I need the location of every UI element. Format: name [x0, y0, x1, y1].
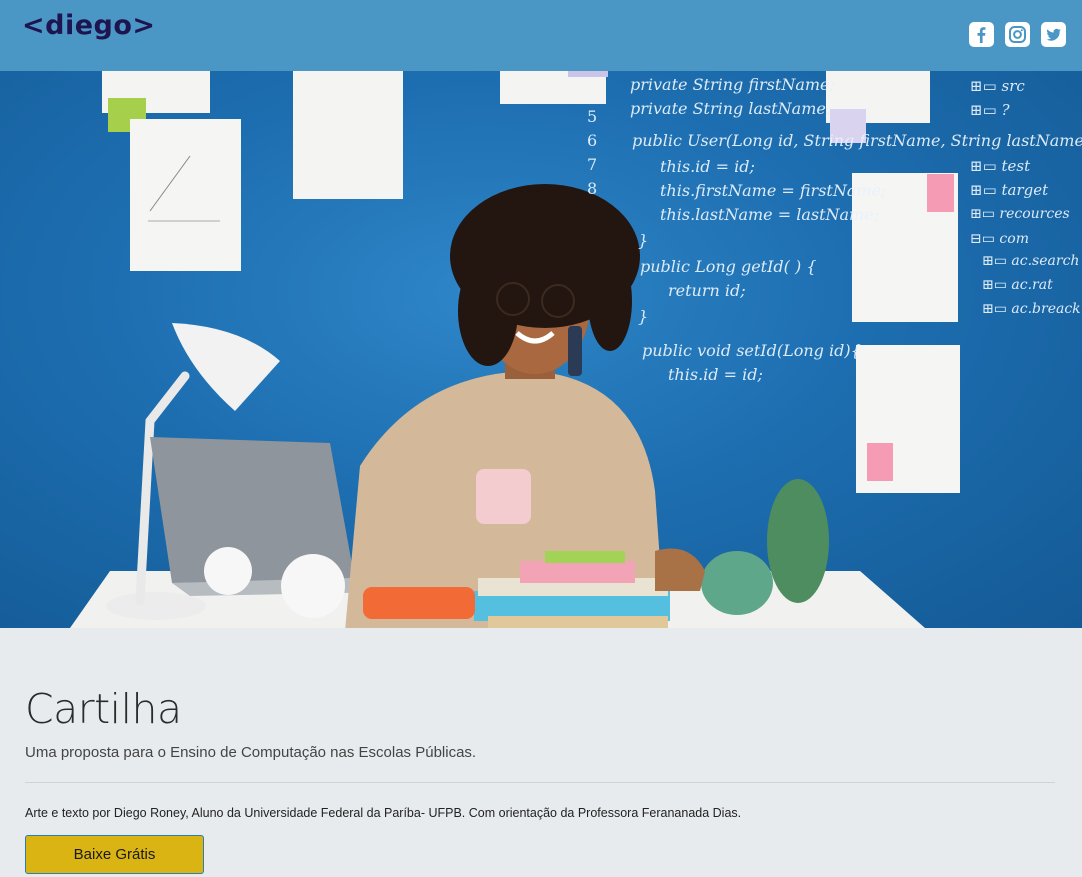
hard-drive — [363, 587, 475, 619]
hero-illustration — [70, 71, 960, 628]
page-title: Cartilha — [25, 685, 182, 733]
facebook-icon[interactable] — [969, 22, 994, 47]
site-logo[interactable]: <diego> — [22, 10, 156, 41]
code-line: private String lastName; — [630, 99, 832, 118]
tree-item: ⊞▭ ac.rat — [982, 277, 1053, 293]
code-line: public User(Long id, String firstName, S… — [632, 131, 1082, 150]
tree-item: ⊞▭ ? — [970, 101, 1010, 119]
tree-item: ⊞▭ ac.breack — [982, 301, 1081, 317]
code-line: public Long getId( ) { — [640, 257, 817, 276]
code-line-numbers: 5 6 7 8 — [587, 107, 598, 198]
code-line: public void setId(Long id){ — [642, 341, 861, 360]
hero-image: 5 6 7 8 private String firstName; privat… — [0, 71, 1082, 628]
code-line: } — [638, 307, 649, 326]
code-line: this.id = id; — [668, 365, 763, 384]
divider — [25, 782, 1055, 783]
cactus — [701, 479, 829, 615]
tree-item: ⊞▭ test — [970, 157, 1031, 175]
code-line: return id; — [668, 281, 746, 300]
code-line: private String firstName; — [630, 75, 835, 94]
code-line: this.firstName = firstName; — [660, 181, 887, 200]
credits-text: Arte e texto por Diego Roney, Aluno da U… — [25, 806, 742, 820]
tree-item: ⊞▭ target — [970, 181, 1049, 199]
download-button[interactable]: Baixe Grátis — [25, 835, 204, 874]
tree-item: ⊞▭ src — [970, 77, 1025, 95]
code-line: this.lastName = lastName; — [660, 205, 880, 224]
top-navbar: <diego> — [0, 0, 1082, 71]
tree-item: ⊞▭ recources — [970, 206, 1070, 222]
twitter-icon[interactable] — [1041, 22, 1066, 47]
tree-item: ⊟▭ com — [970, 231, 1029, 247]
tree-item: ⊞▭ ac.search — [982, 253, 1080, 269]
code-line: this.id = id; — [660, 157, 755, 176]
social-links — [969, 22, 1066, 47]
instagram-icon[interactable] — [1005, 22, 1030, 47]
page-subtitle: Uma proposta para o Ensino de Computação… — [25, 744, 477, 761]
code-line: } — [638, 231, 649, 250]
